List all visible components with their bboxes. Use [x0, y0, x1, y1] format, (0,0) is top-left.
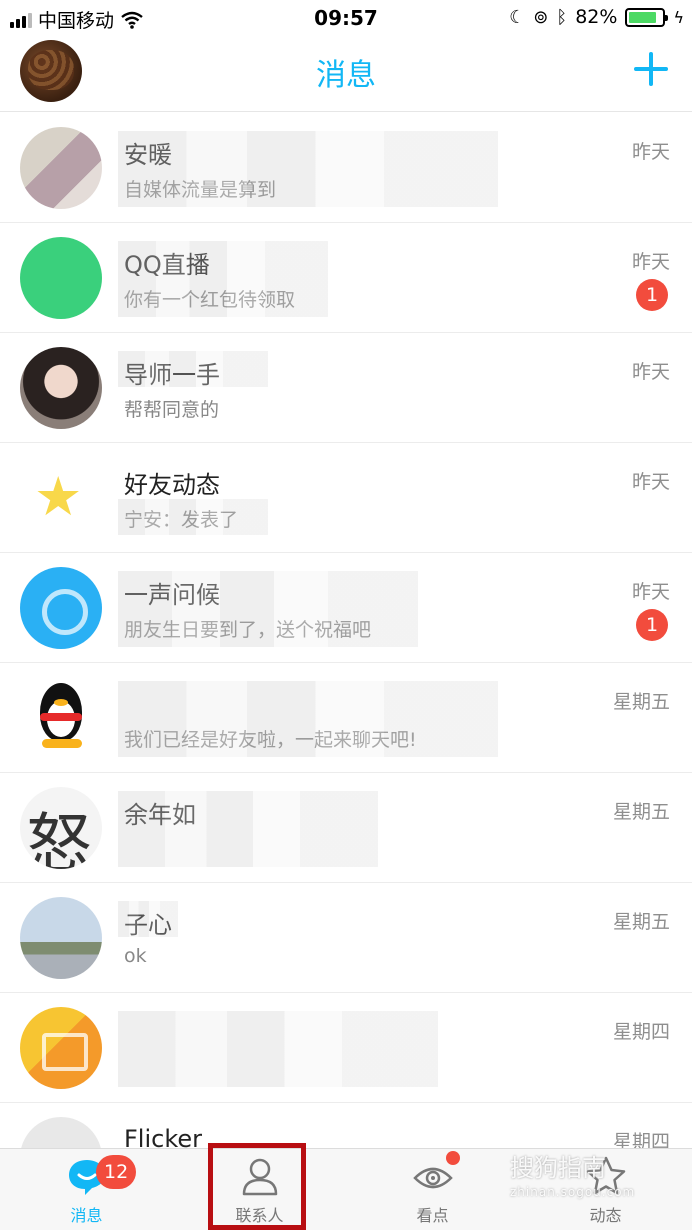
- conversation-name: 好友动态: [124, 471, 220, 499]
- moon-icon: ☾: [509, 6, 526, 28]
- conversation-preview: 自媒体流量是算到: [124, 179, 277, 201]
- conversation-time: 昨天: [631, 141, 670, 163]
- avatar[interactable]: [20, 127, 102, 209]
- conversation-preview: ok: [124, 945, 147, 967]
- conversation-preview: 我们已经是好友啦，一起来聊天吧!: [124, 729, 417, 751]
- avatar[interactable]: [20, 677, 102, 759]
- conversation-preview: 朋友生日要到了，送个祝福吧: [124, 619, 372, 641]
- folder-icon[interactable]: [20, 1007, 102, 1089]
- watermark: 搜狗指南 zhinan.sogou.com: [510, 1148, 692, 1204]
- star-icon[interactable]: [20, 457, 102, 539]
- tab-label: 动态: [589, 1206, 622, 1225]
- battery-icon: [625, 7, 669, 27]
- conversation-time: 昨天: [631, 251, 670, 273]
- charging-icon: ϟ: [673, 7, 684, 27]
- conversation-name: 一声问候: [124, 581, 220, 609]
- conversation-time: 昨天: [631, 581, 670, 603]
- penguin-icon: [34, 683, 88, 753]
- status-right: ☾ ⊚ ᛒ 82% ϟ: [509, 6, 684, 28]
- list-item[interactable]: 导师一手 帮帮同意的 昨天: [0, 333, 692, 443]
- unread-count-badge: 12: [96, 1155, 137, 1189]
- watermark-text: 搜狗指南: [510, 1154, 606, 1182]
- conversation-name: 安暖: [124, 141, 172, 169]
- unread-badge: 1: [636, 279, 668, 311]
- list-item[interactable]: 安暖 自媒体流量是算到 昨天: [0, 113, 692, 223]
- watermark-url: zhinan.sogou.com: [510, 1185, 636, 1199]
- conversation-name: QQ直播: [124, 251, 210, 279]
- battery-fill: [629, 11, 656, 23]
- rotation-lock-icon: ⊚: [533, 6, 549, 28]
- greeting-icon[interactable]: [20, 567, 102, 649]
- tab-kandian[interactable]: 看点: [346, 1149, 519, 1230]
- list-item[interactable]: QQ直播 你有一个红包待领取 昨天 1: [0, 223, 692, 333]
- list-item[interactable]: Flicker 星期四: [0, 1103, 692, 1148]
- conversation-name: Flicker: [124, 1125, 203, 1148]
- page-title: 消息: [316, 58, 376, 93]
- tab-messages[interactable]: 消息 12: [0, 1149, 173, 1230]
- list-item[interactable]: 余年如 星期五: [0, 773, 692, 883]
- header: 消息: [0, 36, 692, 112]
- conversation-preview: 帮帮同意的: [124, 399, 220, 421]
- bluetooth-icon: ᛒ: [556, 6, 568, 28]
- status-bar: 中国移动 09:57 ☾ ⊚ ᛒ 82% ϟ: [0, 0, 692, 36]
- conversation-name: 导师一手: [124, 361, 220, 389]
- add-button[interactable]: [634, 52, 668, 86]
- privacy-mosaic: [118, 1011, 438, 1087]
- avatar[interactable]: [20, 347, 102, 429]
- conversation-time: 星期五: [612, 801, 670, 823]
- list-item[interactable]: 好友动态 宁安：发表了 昨天: [0, 443, 692, 553]
- list-item[interactable]: 我们已经是好友啦，一起来聊天吧! 星期五: [0, 663, 692, 773]
- avatar[interactable]: [20, 1117, 102, 1148]
- conversation-time: 昨天: [631, 361, 670, 383]
- tab-label: 消息: [70, 1206, 103, 1225]
- list-item[interactable]: 子心 ok 星期五: [0, 883, 692, 993]
- notification-dot: [446, 1151, 460, 1165]
- conversation-preview: 宁安：发表了: [124, 509, 239, 531]
- unread-badge: 1: [636, 609, 668, 641]
- highlight-box: [208, 1143, 306, 1230]
- conversation-time: 星期五: [612, 691, 670, 713]
- conversation-time: 星期四: [612, 1131, 670, 1148]
- conversation-name: 余年如: [124, 801, 196, 829]
- conversation-preview: 你有一个红包待领取: [124, 289, 296, 311]
- battery-percent: 82%: [575, 6, 618, 28]
- tab-label: 看点: [416, 1206, 449, 1225]
- conversation-time: 星期四: [612, 1021, 670, 1043]
- avatar[interactable]: [20, 897, 102, 979]
- avatar[interactable]: [20, 787, 102, 869]
- conversation-time: 昨天: [631, 471, 670, 493]
- conversation-time: 星期五: [612, 911, 670, 933]
- conversation-list[interactable]: 安暖 自媒体流量是算到 昨天 QQ直播 你有一个红包待领取 昨天 1 导师一手 …: [0, 113, 692, 1148]
- list-item[interactable]: 一声问候 朋友生日要到了，送个祝福吧 昨天 1: [0, 553, 692, 663]
- avatar[interactable]: [20, 237, 102, 319]
- conversation-name: 子心: [124, 911, 172, 939]
- list-item[interactable]: 星期四: [0, 993, 692, 1103]
